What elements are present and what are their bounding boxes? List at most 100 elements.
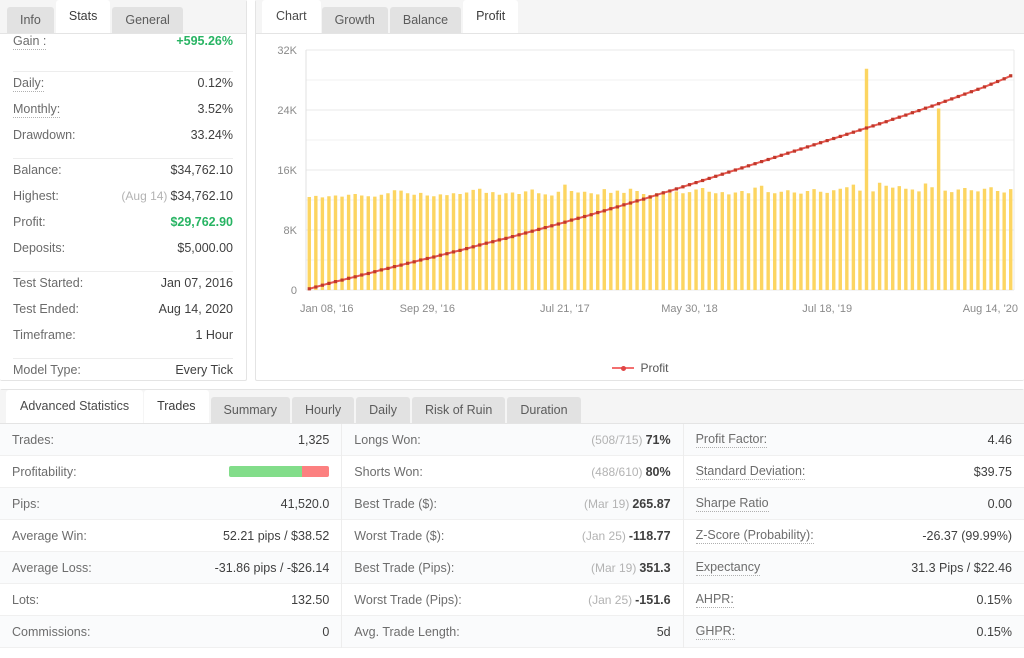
row-label-standard-deviation[interactable]: Standard Deviation: [696, 464, 806, 480]
stat-row-drawdown: Drawdown:33.24% [13, 128, 233, 154]
x-axis-tick-label: Jan 08, '16 [300, 303, 353, 315]
chart-bar [393, 190, 396, 290]
chart-bar [662, 193, 665, 291]
chart-bar [655, 193, 658, 290]
chart-bar [911, 190, 914, 291]
chart-bar [825, 193, 828, 290]
stat-label: Deposits: [13, 241, 65, 255]
profit-point [708, 177, 711, 180]
row-label-worst-trade-pips: Worst Trade (Pips): [354, 593, 461, 607]
row-label-avg-trade-length: Avg. Trade Length: [354, 625, 459, 639]
profit-point [760, 160, 763, 163]
chart-bar [367, 196, 370, 290]
chart-bar [347, 195, 350, 290]
tab-stats[interactable]: Stats [56, 0, 111, 33]
stat-value-wrap: $5,000.00 [177, 241, 233, 255]
row-value-prefix: (Mar 19) [591, 561, 636, 575]
tab-profit[interactable]: Profit [463, 0, 518, 33]
chart-bar [884, 186, 887, 290]
stats-list: Gain :+595.26%Daily:0.12%Monthly:3.52%Dr… [0, 34, 246, 415]
tab-growth[interactable]: Growth [322, 7, 388, 33]
tab-info[interactable]: Info [7, 7, 54, 33]
divider [13, 358, 233, 359]
profit-point [786, 152, 789, 155]
profit-point [852, 131, 855, 134]
profit-point [701, 179, 704, 182]
chart-bar [321, 197, 324, 290]
row-label-ahpr[interactable]: AHPR: [696, 592, 734, 608]
chart-bar [963, 188, 966, 290]
chart-bar [714, 193, 717, 290]
tab-daily[interactable]: Daily [356, 397, 410, 423]
tab-duration[interactable]: Duration [507, 397, 580, 423]
profit-point [386, 267, 389, 270]
stat-row-daily: Daily:0.12% [13, 76, 233, 102]
row-value-wrap: -31.86 pips / -$26.14 [215, 561, 330, 575]
stat-row-test-started: Test Started:Jan 07, 2016 [13, 276, 233, 302]
chart-bar [943, 191, 946, 290]
row-label-best-trade-pips: Best Trade (Pips): [354, 561, 454, 575]
row-label-profit-factor[interactable]: Profit Factor: [696, 432, 768, 448]
row-label-ghpr[interactable]: GHPR: [696, 624, 736, 640]
profit-point [609, 207, 612, 210]
row-value: -118.77 [629, 529, 671, 543]
stat-label[interactable]: Daily: [13, 76, 44, 92]
profit-point [812, 143, 815, 146]
stat-value: Every Tick [175, 363, 233, 377]
profit-point [845, 133, 848, 136]
x-axis-tick-label: Sep 29, '16 [400, 303, 455, 315]
row-label-sharpe-ratio[interactable]: Sharpe Ratio [696, 496, 769, 512]
row-value: 5d [657, 625, 671, 639]
row-label-expectancy[interactable]: Expectancy [696, 560, 761, 576]
row-value: 71% [646, 433, 671, 447]
profit-point [635, 199, 638, 202]
chart-bar [589, 193, 592, 290]
profit-point [780, 154, 783, 157]
stat-value: $34,762.10 [170, 189, 233, 203]
profit-point [721, 173, 724, 176]
profit-point [583, 215, 586, 218]
profit-point [491, 240, 494, 243]
stat-label: Drawdown: [13, 128, 76, 142]
chart-bar [930, 187, 933, 290]
profit-point [544, 226, 547, 229]
row-value-wrap: 132.50 [291, 593, 329, 607]
x-axis-tick-label: Jul 21, '17 [540, 303, 590, 315]
stat-value: $29,762.90 [170, 215, 233, 229]
chart-strip-label: Chart [262, 0, 321, 33]
table-row: Average Win:52.21 pips / $38.52 [0, 520, 341, 552]
chart-bar [904, 189, 907, 290]
table-row: Lots:132.50 [0, 584, 341, 616]
profit-point [498, 238, 501, 241]
chart-bar [570, 191, 573, 290]
tab-trades[interactable]: Trades [144, 390, 208, 423]
chart-bar [845, 187, 848, 290]
chart-bar [563, 185, 566, 290]
row-label-z-score-probability[interactable]: Z-Score (Probability): [696, 528, 814, 544]
tab-general[interactable]: General [112, 7, 182, 33]
chart-bar [583, 192, 586, 290]
profit-point [596, 211, 599, 214]
profit-point [668, 189, 671, 192]
profit-point [662, 191, 665, 194]
chart-bar [557, 192, 560, 290]
tab-balance[interactable]: Balance [390, 7, 461, 33]
table-row: Profit Factor:4.46 [684, 424, 1024, 456]
table-row: Best Trade ($):(Mar 19)265.87 [342, 488, 682, 520]
chart-bar [399, 191, 402, 290]
stat-label[interactable]: Gain : [13, 34, 46, 50]
profit-point [576, 217, 579, 220]
tab-risk-of-ruin[interactable]: Risk of Ruin [412, 397, 505, 423]
chart-bar [976, 191, 979, 290]
row-value-wrap: (Jan 25)-151.6 [588, 593, 670, 607]
stat-label[interactable]: Monthly: [13, 102, 60, 118]
chart-bar [891, 188, 894, 290]
chart-bar [576, 193, 579, 291]
x-axis-tick-label: Aug 14, '20 [963, 303, 1018, 315]
tab-summary[interactable]: Summary [211, 397, 290, 423]
x-axis-tick-label: Jul 18, '19 [802, 303, 852, 315]
table-row: Worst Trade (Pips): (Jan 25)-151.6 [342, 584, 682, 616]
profit-point [504, 237, 507, 240]
profit-point [314, 285, 317, 288]
tab-hourly[interactable]: Hourly [292, 397, 354, 423]
